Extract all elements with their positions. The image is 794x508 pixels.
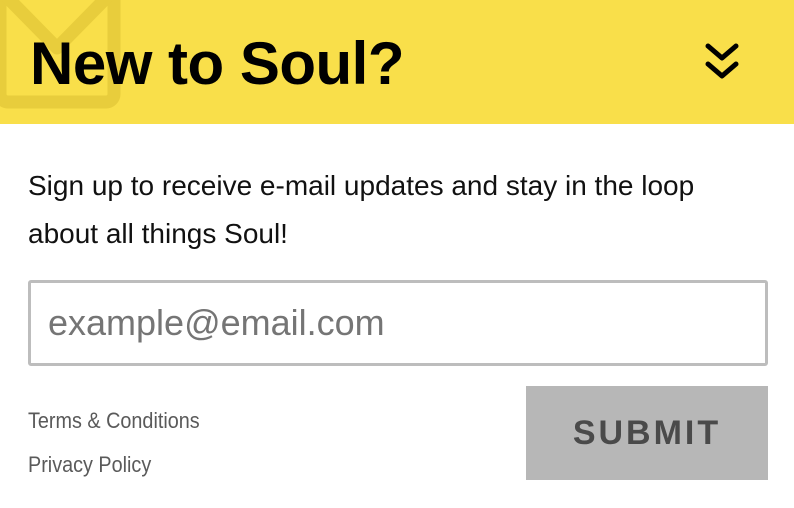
collapse-toggle-button[interactable] — [698, 40, 746, 88]
signup-description: Sign up to receive e-mail updates and st… — [28, 170, 695, 249]
email-input[interactable] — [28, 280, 768, 366]
newsletter-header: New to Soul? — [0, 0, 794, 124]
submit-button[interactable]: SUBMIT — [526, 386, 768, 480]
double-chevron-down-icon — [705, 43, 739, 79]
terms-link[interactable]: Terms & Conditions — [28, 408, 200, 434]
privacy-link[interactable]: Privacy Policy — [28, 452, 151, 478]
page-title: New to Soul? — [30, 30, 404, 97]
